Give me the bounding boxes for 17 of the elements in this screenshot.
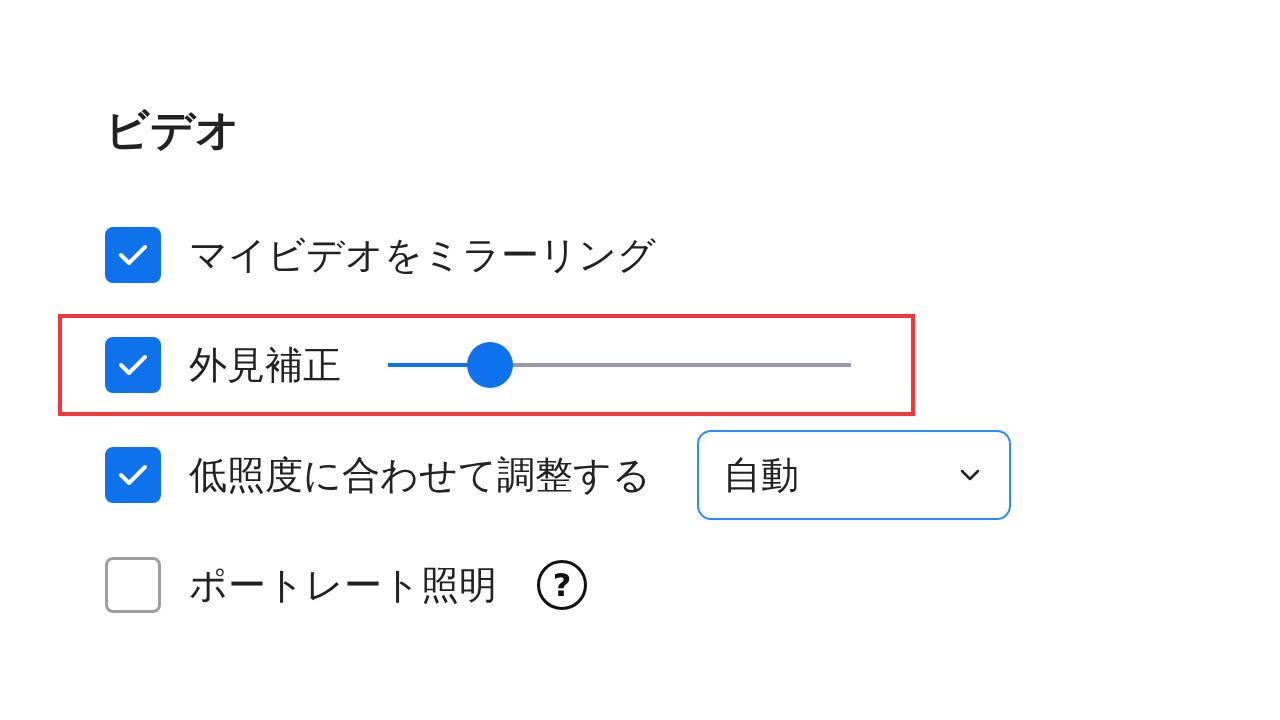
checkmark-icon bbox=[118, 463, 148, 487]
chevron-down-icon bbox=[959, 468, 981, 482]
checkbox[interactable] bbox=[105, 227, 161, 283]
slider-thumb[interactable] bbox=[466, 342, 513, 388]
help-icon[interactable]: ? bbox=[537, 560, 587, 610]
option-label: ポートレート照明 bbox=[189, 561, 497, 609]
checkmark-icon bbox=[118, 353, 148, 377]
checkbox[interactable] bbox=[105, 447, 161, 503]
checkmark-icon bbox=[118, 243, 148, 267]
option-label: 低照度に合わせて調整する bbox=[189, 451, 651, 499]
section-title: ビデオ bbox=[105, 103, 240, 157]
option-label: マイビデオをミラーリング bbox=[189, 231, 656, 279]
option-label: 外見補正 bbox=[189, 341, 341, 389]
checkbox[interactable] bbox=[105, 557, 161, 613]
slider[interactable] bbox=[388, 342, 851, 388]
dropdown[interactable]: 自動 bbox=[697, 430, 1011, 520]
checkbox[interactable] bbox=[105, 337, 161, 393]
